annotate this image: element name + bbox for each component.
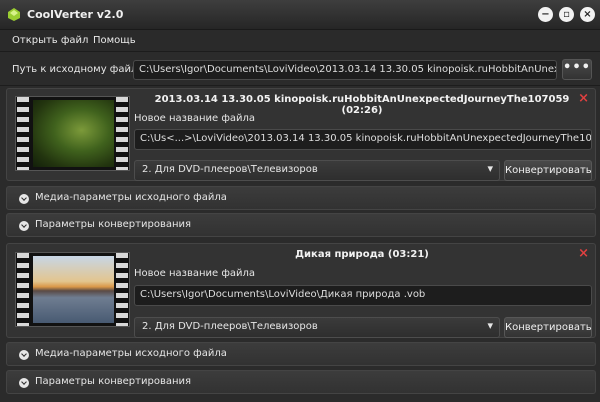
remove-file-button[interactable]: × xyxy=(578,246,589,261)
app-logo-icon xyxy=(8,8,20,21)
close-window-button[interactable]: × xyxy=(580,7,595,22)
chevron-down-icon: ▾ xyxy=(487,319,493,332)
profile-select[interactable]: 2. Для DVD-плееров\Телевизоров ▾ xyxy=(134,160,500,181)
video-thumbnail xyxy=(15,96,130,171)
new-name-label: Новое название файла xyxy=(134,268,256,279)
profile-select-value: 2. Для DVD-плееров\Телевизоров xyxy=(142,164,318,175)
minimize-button[interactable]: − xyxy=(538,7,553,22)
file-card: 2013.03.14 13.30.05 kinopoisk.ruHobbitAn… xyxy=(6,88,596,181)
chevron-down-icon xyxy=(19,221,29,231)
profile-select[interactable]: 2. Для DVD-плееров\Телевизоров ▾ xyxy=(134,317,500,338)
restore-button[interactable]: ▫ xyxy=(559,7,574,22)
chevron-down-icon xyxy=(19,194,29,204)
convert-params-label: Параметры конвертирования xyxy=(35,219,192,230)
media-params-section[interactable]: Медиа-параметры исходного файла xyxy=(6,342,596,366)
title-bar: CoolVerter v2.0 − ▫ × xyxy=(0,0,600,30)
film-strip-left xyxy=(17,97,29,170)
video-thumbnail xyxy=(15,252,130,327)
source-path-row: Путь к исходному файлу C:\Users\Igor\Doc… xyxy=(0,53,600,86)
thumbnail-image xyxy=(33,100,114,167)
film-strip-left xyxy=(17,253,29,326)
chevron-down-icon xyxy=(19,350,29,360)
file-title: Дикая природа (03:21) xyxy=(295,249,429,260)
new-name-input[interactable]: C:\Us<...>\LoviVideo\2013.03.14 13.30.05… xyxy=(134,129,592,150)
chevron-down-icon: ▾ xyxy=(487,162,493,175)
profile-select-value: 2. Для DVD-плееров\Телевизоров xyxy=(142,321,318,332)
media-params-label: Медиа-параметры исходного файла xyxy=(35,348,227,359)
menu-open-file[interactable]: Открыть файл xyxy=(12,35,88,46)
convert-params-section[interactable]: Параметры конвертирования xyxy=(6,370,596,394)
new-name-label: Новое название файла xyxy=(134,113,256,124)
browse-button[interactable]: ••• xyxy=(562,59,592,80)
convert-params-section[interactable]: Параметры конвертирования xyxy=(6,213,596,237)
media-params-section[interactable]: Медиа-параметры исходного файла xyxy=(6,186,596,210)
source-path-label: Путь к исходному файлу xyxy=(12,64,144,75)
menu-help[interactable]: Помощь xyxy=(93,35,136,46)
remove-file-button[interactable]: × xyxy=(578,91,589,106)
film-strip-right xyxy=(116,253,128,326)
source-path-field[interactable]: C:\Users\Igor\Documents\LoviVideo\2013.0… xyxy=(133,60,557,80)
new-name-input[interactable]: C:\Users\Igor\Documents\LoviVideo\Дикая … xyxy=(134,285,592,306)
app-title: CoolVerter v2.0 xyxy=(27,8,124,21)
thumbnail-image xyxy=(33,256,114,323)
file-card: Дикая природа (03:21) × Новое название ф… xyxy=(6,243,596,338)
media-params-label: Медиа-параметры исходного файла xyxy=(35,192,227,203)
film-strip-right xyxy=(116,97,128,170)
chevron-down-icon xyxy=(19,378,29,388)
convert-button[interactable]: Конвертировать xyxy=(504,160,592,181)
convert-button[interactable]: Конвертировать xyxy=(504,317,592,338)
convert-params-label: Параметры конвертирования xyxy=(35,376,192,387)
menu-bar: Открыть файл Помощь xyxy=(0,30,600,52)
